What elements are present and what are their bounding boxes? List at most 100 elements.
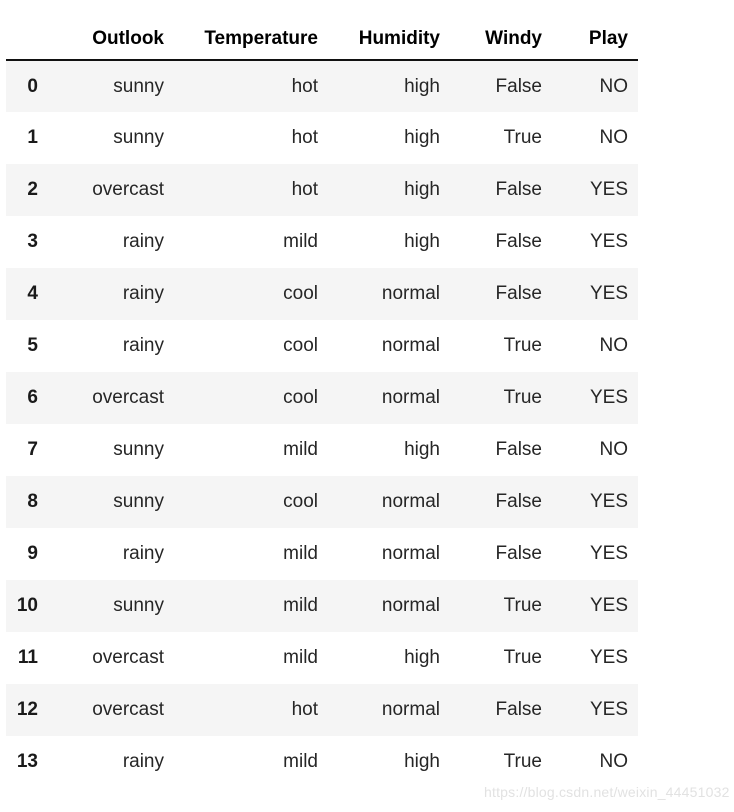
watermark: https://blog.csdn.net/weixin_44451032 xyxy=(484,784,730,800)
table-cell: cool xyxy=(174,476,328,528)
table-cell: sunny xyxy=(48,112,174,164)
table-row: 13 rainy mild high True NO xyxy=(6,736,638,788)
column-header-play: Play xyxy=(552,28,638,61)
table-row: 12 overcast hot normal False YES xyxy=(6,684,638,736)
table-row: 1 sunny hot high True NO xyxy=(6,112,638,164)
table-cell: True xyxy=(450,580,552,632)
table-cell: False xyxy=(450,424,552,476)
table-cell: False xyxy=(450,60,552,112)
table-cell: False xyxy=(450,216,552,268)
table-cell: rainy xyxy=(48,320,174,372)
table-cell: normal xyxy=(328,476,450,528)
table-cell: high xyxy=(328,60,450,112)
table-cell: normal xyxy=(328,320,450,372)
column-header-humidity: Humidity xyxy=(328,28,450,61)
table-cell: overcast xyxy=(48,164,174,216)
dataframe-container: Outlook Temperature Humidity Windy Play … xyxy=(6,28,638,788)
table-cell: mild xyxy=(174,424,328,476)
table-cell: mild xyxy=(174,632,328,684)
row-index-label: 0 xyxy=(6,60,48,112)
row-index-label: 1 xyxy=(6,112,48,164)
table-cell: overcast xyxy=(48,372,174,424)
table-row: 6 overcast cool normal True YES xyxy=(6,372,638,424)
table-cell: YES xyxy=(552,372,638,424)
row-index-label: 5 xyxy=(6,320,48,372)
header-row: Outlook Temperature Humidity Windy Play xyxy=(6,28,638,61)
table-row: 7 sunny mild high False NO xyxy=(6,424,638,476)
table-cell: True xyxy=(450,320,552,372)
column-header-index xyxy=(6,28,48,61)
table-row: 8 sunny cool normal False YES xyxy=(6,476,638,528)
row-index-label: 11 xyxy=(6,632,48,684)
table-cell: NO xyxy=(552,60,638,112)
table-cell: YES xyxy=(552,632,638,684)
table-header: Outlook Temperature Humidity Windy Play xyxy=(6,28,638,61)
table-row: 0 sunny hot high False NO xyxy=(6,60,638,112)
row-index-label: 2 xyxy=(6,164,48,216)
table-cell: sunny xyxy=(48,424,174,476)
table-cell: rainy xyxy=(48,528,174,580)
table-cell: hot xyxy=(174,112,328,164)
table-cell: sunny xyxy=(48,580,174,632)
table-cell: high xyxy=(328,632,450,684)
table-cell: cool xyxy=(174,372,328,424)
table-cell: normal xyxy=(328,268,450,320)
table-cell: True xyxy=(450,632,552,684)
row-index-label: 12 xyxy=(6,684,48,736)
table-row: 10 sunny mild normal True YES xyxy=(6,580,638,632)
table-body: 0 sunny hot high False NO 1 sunny hot high True NO 2… xyxy=(6,60,638,788)
column-header-temperature: Temperature xyxy=(174,28,328,61)
table-cell: normal xyxy=(328,372,450,424)
table-cell: mild xyxy=(174,736,328,788)
row-index-label: 9 xyxy=(6,528,48,580)
table-cell: NO xyxy=(552,320,638,372)
table-cell: False xyxy=(450,684,552,736)
table-row: 3 rainy mild high False YES xyxy=(6,216,638,268)
table-cell: high xyxy=(328,164,450,216)
table-cell: False xyxy=(450,268,552,320)
table-cell: normal xyxy=(328,580,450,632)
table-cell: cool xyxy=(174,268,328,320)
table-cell: hot xyxy=(174,164,328,216)
table-row: 9 rainy mild normal False YES xyxy=(6,528,638,580)
dataframe-table: Outlook Temperature Humidity Windy Play … xyxy=(6,28,638,788)
table-cell: rainy xyxy=(48,216,174,268)
table-cell: NO xyxy=(552,736,638,788)
table-row: 2 overcast hot high False YES xyxy=(6,164,638,216)
table-cell: NO xyxy=(552,424,638,476)
column-header-outlook: Outlook xyxy=(48,28,174,61)
table-row: 4 rainy cool normal False YES xyxy=(6,268,638,320)
row-index-label: 7 xyxy=(6,424,48,476)
table-cell: normal xyxy=(328,684,450,736)
table-cell: high xyxy=(328,424,450,476)
row-index-label: 3 xyxy=(6,216,48,268)
table-cell: YES xyxy=(552,684,638,736)
table-cell: high xyxy=(328,216,450,268)
table-cell: False xyxy=(450,528,552,580)
table-cell: YES xyxy=(552,476,638,528)
table-cell: NO xyxy=(552,112,638,164)
table-cell: YES xyxy=(552,216,638,268)
table-cell: YES xyxy=(552,528,638,580)
table-cell: hot xyxy=(174,684,328,736)
table-cell: YES xyxy=(552,268,638,320)
table-cell: cool xyxy=(174,320,328,372)
table-cell: True xyxy=(450,112,552,164)
table-cell: mild xyxy=(174,580,328,632)
row-index-label: 13 xyxy=(6,736,48,788)
table-cell: rainy xyxy=(48,268,174,320)
table-cell: high xyxy=(328,112,450,164)
row-index-label: 6 xyxy=(6,372,48,424)
row-index-label: 4 xyxy=(6,268,48,320)
column-header-windy: Windy xyxy=(450,28,552,61)
table-cell: mild xyxy=(174,528,328,580)
table-row: 5 rainy cool normal True NO xyxy=(6,320,638,372)
table-cell: hot xyxy=(174,60,328,112)
table-cell: overcast xyxy=(48,684,174,736)
table-cell: False xyxy=(450,164,552,216)
row-index-label: 8 xyxy=(6,476,48,528)
table-cell: sunny xyxy=(48,476,174,528)
table-cell: mild xyxy=(174,216,328,268)
table-cell: high xyxy=(328,736,450,788)
table-cell: False xyxy=(450,476,552,528)
